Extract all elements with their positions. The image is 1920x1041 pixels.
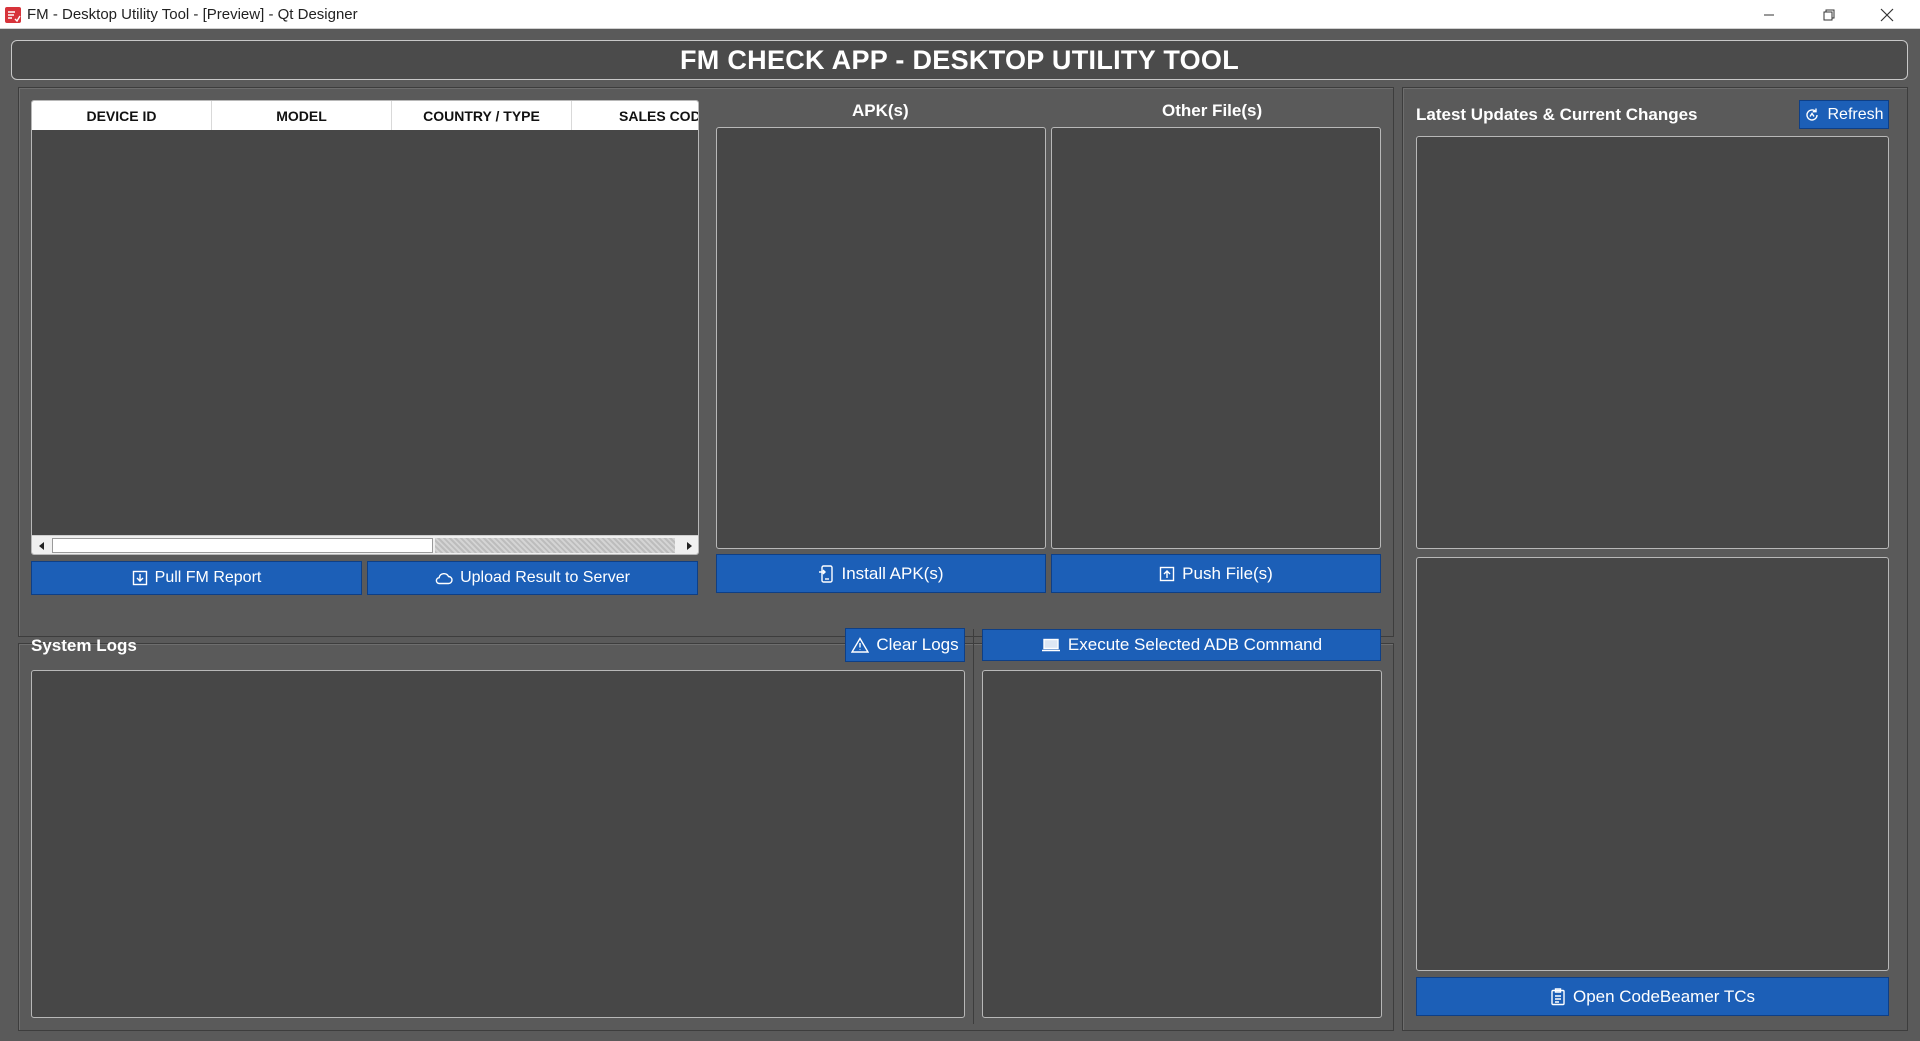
other-files-list[interactable] — [1051, 127, 1381, 549]
banner-title: FM CHECK APP - DESKTOP UTILITY TOOL — [679, 44, 1240, 75]
column-header-model[interactable]: MODEL — [212, 101, 392, 130]
main-window: FM CHECK APP - DESKTOP UTILITY TOOL DEVI… — [0, 29, 1920, 1041]
app-icon — [5, 7, 21, 23]
apk-label: APK(s) — [852, 101, 909, 120]
open-codebeamer-button[interactable]: Open CodeBeamer TCs — [1416, 977, 1889, 1016]
scroll-track[interactable] — [435, 538, 675, 553]
push-files-button[interactable]: Push File(s) — [1051, 554, 1381, 593]
pull-fm-report-button[interactable]: Pull FM Report — [31, 561, 362, 595]
restore-button[interactable] — [1800, 0, 1858, 29]
system-logs-label: System Logs — [31, 636, 137, 655]
refresh-icon — [1806, 108, 1819, 121]
table-header: DEVICE ID MODEL COUNTRY / TYPE SALES COD — [32, 101, 698, 130]
arrow-right-icon — [686, 541, 692, 550]
minimize-button[interactable] — [1740, 0, 1798, 29]
refresh-button[interactable]: Refresh — [1799, 100, 1889, 129]
device-table[interactable]: DEVICE ID MODEL COUNTRY / TYPE SALES COD — [31, 100, 699, 555]
close-button[interactable] — [1858, 0, 1916, 29]
window-title: FM - Desktop Utility Tool - [Preview] - … — [27, 6, 358, 23]
window-titlebar: FM - Desktop Utility Tool - [Preview] - … — [0, 0, 1920, 29]
install-apk-button[interactable]: Install APK(s) — [716, 554, 1046, 593]
arrow-left-icon — [38, 541, 44, 550]
column-header-device-id[interactable]: DEVICE ID — [32, 101, 212, 130]
other-files-label: Other File(s) — [1162, 101, 1263, 120]
scroll-thumb[interactable] — [52, 538, 433, 553]
scroll-left-button[interactable] — [33, 537, 50, 554]
download-icon — [132, 570, 147, 586]
system-logs-view[interactable] — [31, 670, 965, 1018]
horizontal-scrollbar[interactable] — [32, 535, 698, 554]
column-header-sales-code[interactable]: SALES COD — [572, 101, 698, 130]
updates-label: Latest Updates & Current Changes — [1416, 105, 1698, 124]
current-changes-view[interactable] — [1416, 557, 1889, 971]
upload-icon — [1159, 566, 1175, 581]
adb-command-list[interactable] — [982, 670, 1382, 1018]
laptop-icon — [1041, 638, 1060, 652]
clipboard-icon — [1551, 987, 1565, 1005]
close-icon — [1880, 8, 1894, 21]
upload-result-button[interactable]: Upload Result to Server — [367, 561, 698, 595]
logs-divider — [973, 629, 974, 1024]
column-header-country-type[interactable]: COUNTRY / TYPE — [392, 101, 572, 130]
apk-list[interactable] — [716, 127, 1046, 549]
phone-install-icon — [819, 564, 834, 583]
warning-icon — [851, 637, 870, 653]
clear-logs-button[interactable]: Clear Logs — [845, 628, 965, 662]
restore-icon — [1823, 9, 1835, 20]
updates-view[interactable] — [1416, 136, 1889, 549]
scroll-right-button[interactable] — [680, 537, 697, 554]
app-banner: FM CHECK APP - DESKTOP UTILITY TOOL — [11, 40, 1908, 80]
cloud-icon — [435, 572, 453, 585]
minimize-icon — [1764, 14, 1774, 15]
execute-adb-button[interactable]: Execute Selected ADB Command — [982, 629, 1381, 661]
